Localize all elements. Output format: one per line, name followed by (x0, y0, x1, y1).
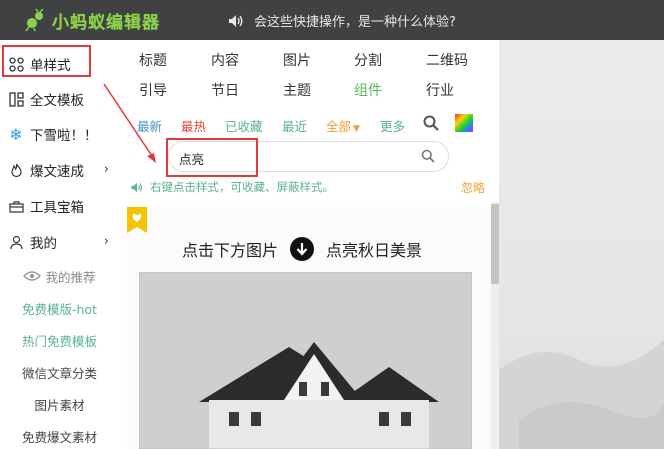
annotation-arrow (103, 83, 156, 163)
